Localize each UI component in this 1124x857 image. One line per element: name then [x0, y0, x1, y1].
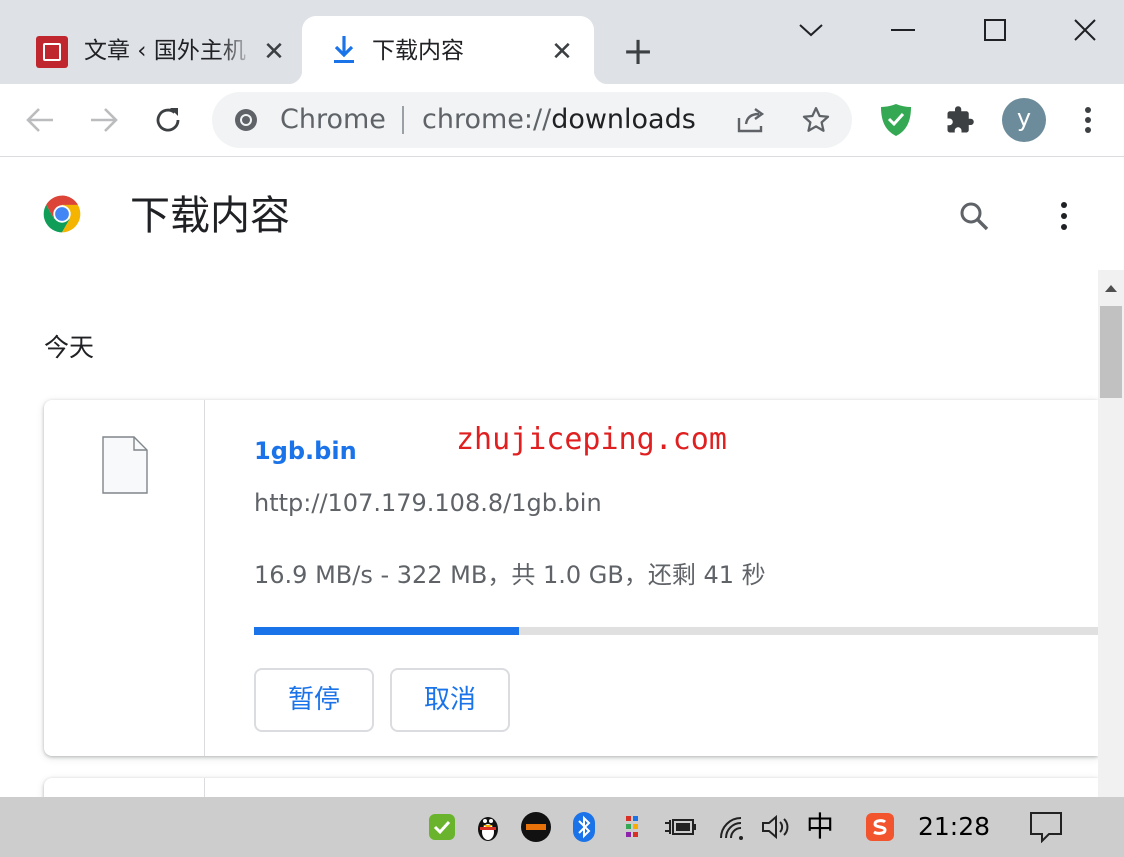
- new-tab-button[interactable]: +: [618, 32, 658, 73]
- profile-avatar[interactable]: y: [1002, 98, 1046, 142]
- download-status: 16.9 MB/s - 322 MB，共 1.0 GB，还剩 41 秒: [254, 561, 766, 589]
- forward-button[interactable]: [84, 100, 124, 140]
- file-url[interactable]: http://107.179.108.8/1gb.bin: [254, 486, 602, 520]
- more-vertical-icon: [1085, 107, 1091, 133]
- share-button[interactable]: [734, 102, 770, 138]
- maximize-icon: [984, 19, 1006, 41]
- date-header: 今天: [44, 333, 95, 362]
- share-icon: [737, 108, 765, 133]
- search-icon: [960, 202, 989, 231]
- download-icon: [334, 36, 354, 63]
- reload-button[interactable]: [148, 100, 188, 140]
- sogou-tray-icon[interactable]: [860, 807, 900, 847]
- chrome-icon: [235, 109, 257, 131]
- wifi-icon: [720, 817, 743, 840]
- scrollbar-thumb[interactable]: [1100, 306, 1122, 398]
- download-item-next: [44, 778, 1098, 798]
- scroll-up-button[interactable]: [1098, 270, 1124, 306]
- close-icon: [1074, 19, 1096, 41]
- shield-check-icon: [429, 814, 455, 840]
- pause-button[interactable]: 暂停: [254, 668, 374, 732]
- url-host: downloads: [551, 104, 696, 135]
- tab-title: 下载内容: [372, 38, 464, 64]
- triangle-up-icon: [1105, 285, 1117, 292]
- arrow-right-icon: [91, 108, 118, 132]
- site-favicon-icon: [36, 36, 68, 68]
- chrome-logo-icon: [43, 195, 81, 233]
- browser-toolbar: Chrome chrome://downloads y: [0, 84, 1124, 157]
- file-name-link[interactable]: 1gb.bin: [254, 434, 357, 468]
- notification-center-button[interactable]: [1026, 807, 1066, 847]
- browser-menu-button[interactable]: [1068, 100, 1108, 140]
- shield-check-icon: [881, 104, 911, 136]
- card-divider: [204, 778, 205, 798]
- close-tab-icon[interactable]: ✕: [258, 36, 290, 68]
- url-text[interactable]: chrome://downloads: [422, 102, 696, 138]
- minimize-button[interactable]: [858, 0, 948, 60]
- notification-icon: [1030, 812, 1062, 843]
- tab-strip: 文章 ‹ 国外主机 ✕ 下载内容 ✕ +: [0, 0, 1124, 84]
- sogou-s-icon: [866, 813, 894, 841]
- maximize-button[interactable]: [950, 0, 1040, 60]
- tab-search-button[interactable]: [766, 0, 856, 60]
- adguard-extension-button[interactable]: [876, 100, 916, 140]
- page-title: 下载内容: [130, 193, 290, 239]
- bluetooth-icon: [573, 812, 595, 842]
- more-vertical-icon: [1061, 202, 1067, 230]
- close-window-button[interactable]: [1040, 0, 1124, 60]
- puzzle-icon: [947, 106, 974, 133]
- penguin-icon: [478, 817, 498, 841]
- power-tray-icon[interactable]: [660, 807, 700, 847]
- extensions-button[interactable]: [940, 100, 980, 140]
- file-icon: [102, 436, 148, 494]
- progress-fill: [254, 627, 520, 635]
- grid-icon: [626, 816, 638, 837]
- clock[interactable]: 21:28: [918, 809, 990, 845]
- speaker-icon: [762, 814, 789, 840]
- input-language[interactable]: 中: [806, 807, 834, 847]
- taskbar: 中 21:28: [0, 797, 1124, 857]
- site-chip: Chrome: [280, 104, 386, 135]
- address-bar[interactable]: Chrome chrome://downloads: [212, 92, 852, 148]
- tab-article[interactable]: 文章 ‹ 国外主机 ✕: [10, 16, 300, 84]
- color-tray-icon[interactable]: [612, 807, 652, 847]
- omnibox-separator: [402, 106, 404, 134]
- url-scheme: chrome://: [422, 104, 552, 135]
- bookmark-button[interactable]: [798, 102, 834, 138]
- tab-title: 文章 ‹ 国外主机: [84, 38, 246, 64]
- bluetooth-tray-icon[interactable]: [564, 807, 604, 847]
- back-button[interactable]: [20, 100, 60, 140]
- minimize-icon: [891, 29, 915, 31]
- wifi-tray-icon[interactable]: [712, 807, 752, 847]
- app-tray-icon[interactable]: [516, 807, 556, 847]
- volume-tray-icon[interactable]: [756, 807, 796, 847]
- arrow-left-icon: [26, 108, 53, 132]
- progress-bar: [254, 627, 1098, 635]
- reload-icon: [156, 108, 180, 132]
- security-tray-icon[interactable]: [422, 807, 462, 847]
- close-tab-icon[interactable]: ✕: [546, 36, 578, 68]
- downloads-page: 下载内容 今天 1gb.bin http://107.179.108.8/1gb…: [0, 158, 1124, 798]
- card-divider: [204, 400, 205, 756]
- watermark: zhujiceping.com: [456, 422, 727, 457]
- chevron-down-icon: [799, 24, 823, 37]
- star-icon: [802, 107, 830, 132]
- app-badge-icon: [521, 812, 551, 842]
- qq-tray-icon[interactable]: [468, 807, 508, 847]
- search-downloads-button[interactable]: [952, 194, 996, 238]
- tab-downloads[interactable]: 下载内容 ✕: [288, 16, 608, 84]
- downloads-menu-button[interactable]: [1044, 194, 1084, 238]
- battery-plug-icon: [665, 819, 696, 835]
- cancel-button[interactable]: 取消: [390, 668, 510, 732]
